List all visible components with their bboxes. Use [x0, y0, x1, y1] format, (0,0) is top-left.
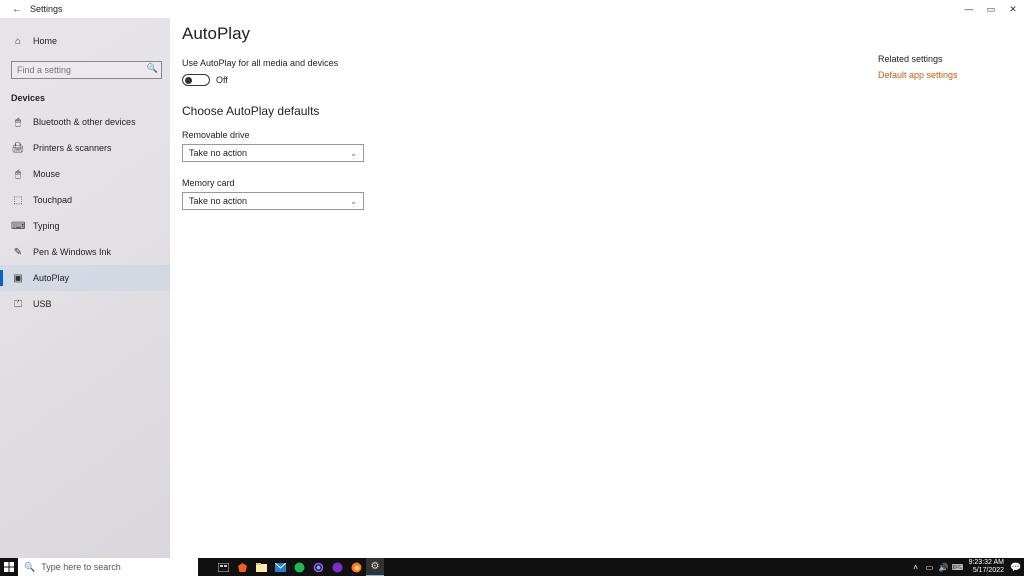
taskbar-app-brave[interactable]	[233, 558, 251, 576]
sidebar-item-icon: ▣	[11, 273, 25, 284]
close-button[interactable]: ✕	[1002, 0, 1024, 18]
taskbar-clock[interactable]: 9:23:32 AM 5/17/2022	[965, 559, 1008, 575]
system-tray: ˄ ▭ 🔊 ⌨ 9:23:32 AM 5/17/2022 💬	[909, 558, 1024, 576]
sidebar-item-pen-windows-ink[interactable]: ✎ Pen & Windows Ink	[0, 239, 170, 265]
toggle-state-label: Off	[216, 75, 228, 85]
sidebar-home[interactable]: ⌂ Home	[0, 28, 170, 54]
sidebar-item-label: Typing	[33, 221, 60, 231]
taskbar-app-spotify[interactable]	[290, 558, 308, 576]
window-title: Settings	[30, 4, 63, 14]
sidebar-item-touchpad[interactable]: ⬚ Touchpad	[0, 187, 170, 213]
titlebar: ← Settings — ▭ ✕	[0, 0, 1024, 18]
defaults-heading: Choose AutoPlay defaults	[182, 104, 1008, 118]
sidebar-item-label: Pen & Windows Ink	[33, 247, 111, 257]
sidebar-item-usb[interactable]: ⏍ USB	[0, 291, 170, 317]
main-content: AutoPlay Use AutoPlay for all media and …	[182, 24, 1008, 558]
taskbar-app-firefox[interactable]	[347, 558, 365, 576]
sidebar-item-autoplay[interactable]: ▣ AutoPlay	[0, 265, 170, 291]
taskbar-apps: ⚙	[214, 558, 384, 576]
sidebar: ⌂ Home 🔍 Devices 🖱 Bluetooth & other devi…	[0, 18, 170, 558]
search-input[interactable]	[11, 61, 162, 79]
search-icon: 🔍	[24, 562, 35, 573]
chevron-down-icon: ⌄	[350, 149, 357, 158]
taskbar-app-settings[interactable]: ⚙	[366, 558, 384, 576]
sidebar-item-label: AutoPlay	[33, 273, 69, 283]
sidebar-item-label: Printers & scanners	[33, 143, 112, 153]
sidebar-home-label: Home	[33, 36, 57, 46]
sidebar-item-label: Mouse	[33, 169, 60, 179]
select-removable-drive[interactable]: Take no action ⌄	[182, 144, 364, 162]
related-title: Related settings	[878, 54, 998, 64]
search-wrap: 🔍	[11, 60, 162, 79]
sidebar-item-icon: ⌨	[11, 221, 25, 232]
task-view-icon[interactable]	[214, 558, 232, 576]
maximize-button[interactable]: ▭	[980, 0, 1002, 18]
select-memory-card[interactable]: Take no action ⌄	[182, 192, 364, 210]
taskbar: 🔍 Type here to search ⚙ ˄ ▭ 🔊 ⌨ 9:23:32 …	[0, 558, 1024, 576]
tray-network-icon[interactable]: ▭	[923, 563, 937, 572]
related-link-default-apps[interactable]: Default app settings	[878, 70, 998, 80]
page-title: AutoPlay	[182, 24, 1008, 44]
taskbar-search[interactable]: 🔍 Type here to search	[18, 558, 198, 576]
sidebar-item-icon: 🖨	[11, 143, 25, 154]
taskbar-app-explorer[interactable]	[252, 558, 270, 576]
minimize-button[interactable]: —	[958, 0, 980, 18]
tray-input-icon[interactable]: ⌨	[951, 563, 965, 572]
tray-volume-icon[interactable]: 🔊	[937, 563, 951, 572]
gear-icon: ⚙	[371, 561, 380, 572]
start-button[interactable]	[0, 558, 18, 576]
back-button[interactable]: ←	[8, 0, 26, 18]
related-settings: Related settings Default app settings	[878, 54, 998, 80]
sidebar-item-label: Bluetooth & other devices	[33, 117, 136, 127]
field-label: Removable drive	[182, 130, 1008, 140]
autoplay-toggle[interactable]	[182, 74, 210, 86]
field-label: Memory card	[182, 178, 1008, 188]
sidebar-item-printers-scanners[interactable]: 🖨 Printers & scanners	[0, 135, 170, 161]
sidebar-item-bluetooth-other-devices[interactable]: 🖱 Bluetooth & other devices	[0, 109, 170, 135]
select-value: Take no action	[189, 148, 247, 158]
sidebar-item-mouse[interactable]: 🖱 Mouse	[0, 161, 170, 187]
sidebar-item-icon: ✎	[11, 247, 25, 258]
taskbar-app-mail[interactable]	[271, 558, 289, 576]
sidebar-item-label: USB	[33, 299, 52, 309]
toggle-knob	[185, 77, 192, 84]
sidebar-item-icon: ⏍	[11, 299, 25, 310]
chevron-down-icon: ⌄	[350, 197, 357, 206]
sidebar-item-label: Touchpad	[33, 195, 72, 205]
sidebar-item-icon: 🖱	[11, 117, 25, 128]
sidebar-item-typing[interactable]: ⌨ Typing	[0, 213, 170, 239]
sidebar-item-icon: 🖱	[11, 169, 25, 180]
home-icon: ⌂	[11, 36, 25, 47]
clock-date: 5/17/2022	[969, 567, 1004, 575]
sidebar-section-label: Devices	[0, 87, 170, 109]
taskbar-search-placeholder: Type here to search	[41, 562, 121, 572]
clock-time: 9:23:32 AM	[969, 559, 1004, 567]
taskbar-app-generic2[interactable]	[328, 558, 346, 576]
action-center-icon[interactable]: 💬	[1008, 558, 1024, 576]
taskbar-app-generic1[interactable]	[309, 558, 327, 576]
select-value: Take no action	[189, 196, 247, 206]
tray-overflow-icon[interactable]: ˄	[909, 563, 923, 572]
sidebar-item-icon: ⬚	[11, 195, 25, 206]
